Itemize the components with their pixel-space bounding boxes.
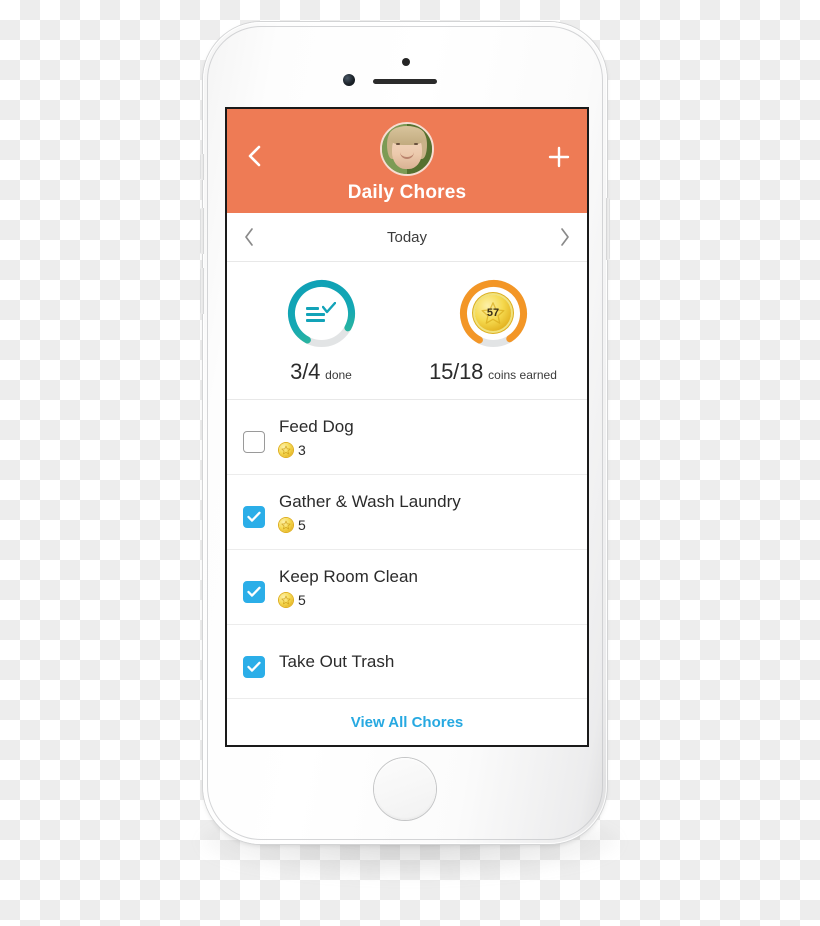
check-mark-icon — [247, 586, 261, 597]
chore-reward: 3 — [279, 442, 354, 458]
phone-screen: Daily Chores Today 3/4 done 57 15/18 coi… — [225, 107, 589, 747]
previous-day-button[interactable] — [243, 227, 255, 247]
smartphone-device: Daily Chores Today 3/4 done 57 15/18 coi… — [200, 22, 610, 844]
chore-reward: 5 — [279, 592, 418, 608]
back-button[interactable] — [241, 143, 267, 169]
ring-center-content — [285, 277, 358, 350]
coin-balance-value: 57 — [486, 306, 500, 319]
chevron-left-icon — [245, 228, 253, 246]
ring-center-content: 57 — [457, 277, 530, 350]
chore-checkbox[interactable] — [243, 656, 265, 678]
coin-icon — [279, 517, 293, 532]
chore-content: Take Out Trash — [279, 652, 394, 672]
chore-title: Gather & Wash Laundry — [279, 491, 461, 511]
chore-content: Feed Dog 3 — [279, 417, 354, 458]
coin-icon: 57 — [475, 295, 511, 331]
check-mark-icon — [247, 661, 261, 672]
avatar-eye-left — [396, 143, 400, 145]
plus-icon — [548, 146, 570, 168]
checklist-icon — [306, 300, 336, 326]
check-mark-icon — [247, 511, 261, 522]
chore-list: Feed Dog 3 Gather & Wash Laundry 5 Keep … — [227, 400, 587, 698]
coins-earned-label: 15/18 coins earned — [429, 359, 557, 385]
star-icon — [281, 595, 291, 604]
add-chore-button[interactable] — [545, 143, 573, 171]
table-row[interactable]: Take Out Trash — [227, 625, 587, 698]
silent-switch[interactable] — [200, 154, 204, 180]
view-all-chores-label: View All Chores — [350, 713, 464, 731]
chore-checkbox[interactable] — [243, 431, 265, 453]
avatar-eye-right — [414, 143, 418, 145]
stat-coins-earned: 57 15/18 coins earned — [407, 277, 579, 385]
chore-reward-value: 5 — [298, 591, 306, 608]
check-mark-icon — [322, 302, 336, 314]
proximity-sensor-icon — [402, 58, 410, 66]
header-center: Daily Chores — [348, 122, 467, 204]
home-button[interactable] — [374, 758, 436, 820]
coins-earned-value: 15/18 — [429, 358, 484, 384]
chevron-left-icon — [248, 145, 261, 167]
current-day-label: Today — [386, 228, 428, 246]
chore-reward: 5 — [279, 517, 461, 533]
chores-done-unit: done — [325, 367, 352, 382]
coin-icon — [279, 592, 293, 607]
checklist-line-3 — [306, 319, 325, 322]
volume-up-button[interactable] — [200, 208, 204, 254]
front-camera-icon — [343, 74, 355, 86]
coins-earned-unit: coins earned — [488, 367, 557, 382]
stat-chores-done: 3/4 done — [235, 277, 407, 385]
chores-done-value: 3/4 — [290, 358, 321, 384]
table-row[interactable]: Feed Dog 3 — [227, 400, 587, 475]
chores-done-label: 3/4 done — [290, 359, 352, 385]
star-icon — [281, 520, 291, 529]
avatar[interactable] — [380, 122, 434, 176]
chores-progress-ring — [285, 277, 358, 350]
speaker-grille-icon — [373, 79, 437, 84]
chore-checkbox[interactable] — [243, 506, 265, 528]
chore-title: Keep Room Clean — [279, 566, 418, 586]
avatar-hair — [389, 126, 425, 145]
coins-progress-ring: 57 — [457, 277, 530, 350]
chevron-right-icon — [561, 228, 569, 246]
table-row[interactable]: Keep Room Clean 5 — [227, 550, 587, 625]
chore-title: Take Out Trash — [279, 652, 395, 671]
app-header: Daily Chores — [227, 109, 587, 213]
chore-content: Keep Room Clean 5 — [279, 567, 418, 608]
star-icon — [281, 445, 291, 454]
stats-summary: 3/4 done 57 15/18 coins earned — [227, 262, 587, 400]
view-all-chores-button[interactable]: View All Chores — [227, 698, 587, 745]
chore-reward-value: 5 — [298, 516, 306, 533]
chore-title: Feed Dog — [279, 416, 354, 436]
chore-reward-value: 3 — [298, 441, 306, 458]
volume-down-button[interactable] — [200, 268, 204, 314]
page-title: Daily Chores — [347, 182, 467, 203]
chore-checkbox[interactable] — [243, 581, 265, 603]
table-row[interactable]: Gather & Wash Laundry 5 — [227, 475, 587, 550]
day-navigation: Today — [227, 213, 587, 262]
power-button[interactable] — [606, 198, 610, 260]
next-day-button[interactable] — [559, 227, 571, 247]
checklist-line-1 — [306, 307, 319, 310]
coin-icon — [279, 442, 293, 457]
chore-content: Gather & Wash Laundry 5 — [279, 492, 461, 533]
